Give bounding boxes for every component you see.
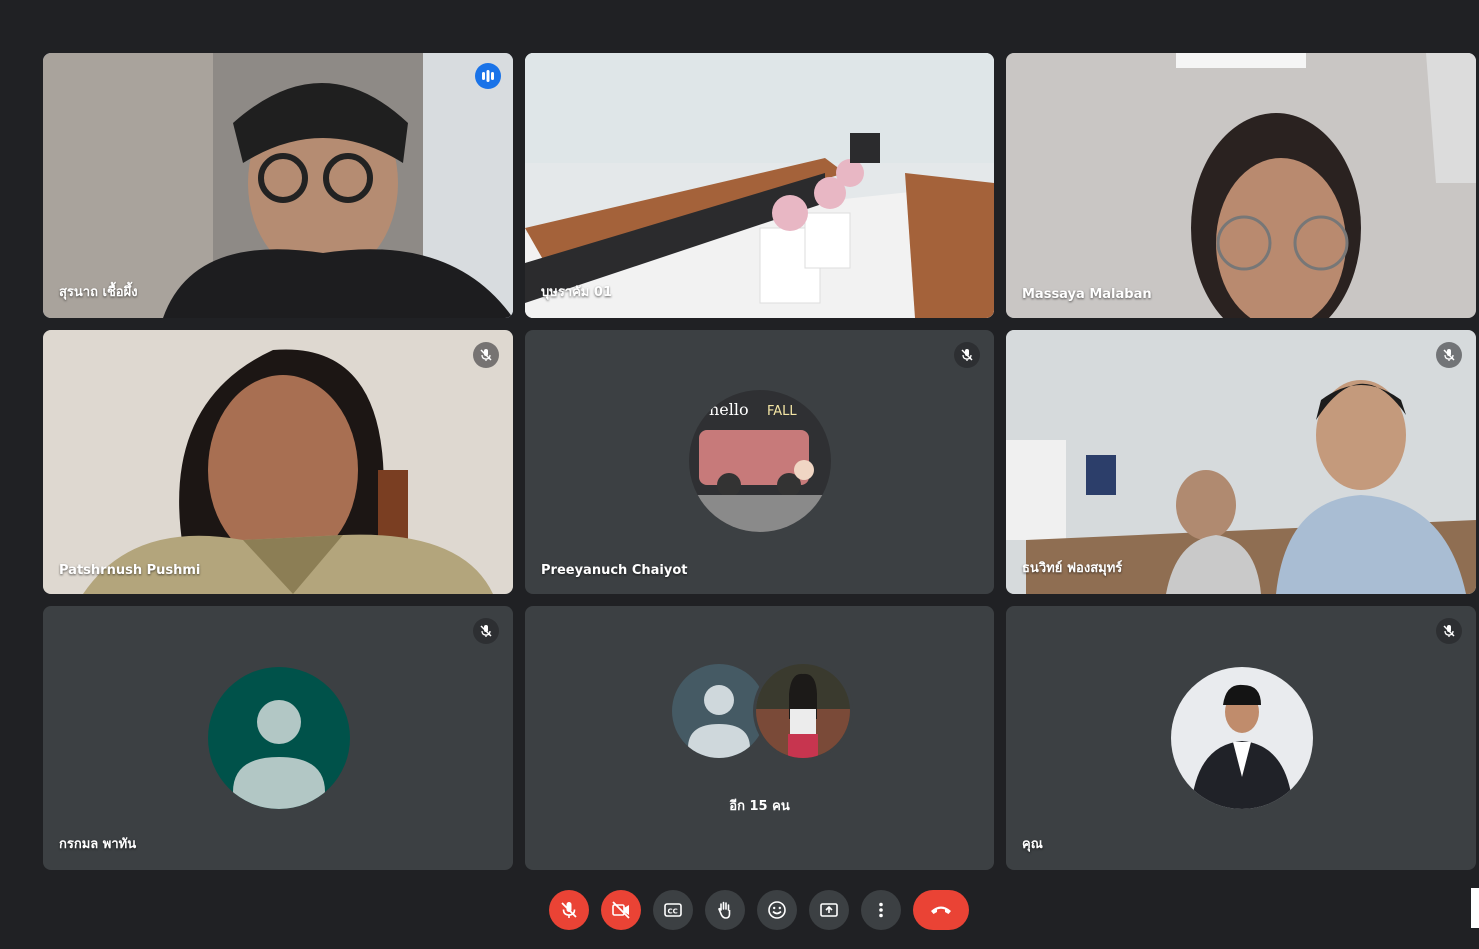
reactions-button[interactable] (757, 890, 797, 930)
video-feed (525, 53, 994, 318)
participant-tile-6[interactable]: ธนวิทย์ ฟองสมุทร์ (1006, 330, 1476, 594)
present-screen-icon (820, 903, 838, 917)
present-button[interactable] (809, 890, 849, 930)
avatar (208, 667, 350, 809)
participant-tile-3[interactable]: Massaya Malaban (1006, 53, 1476, 318)
svg-text:CC: CC (668, 908, 678, 916)
avatar (756, 664, 850, 758)
svg-text:FALL: FALL (767, 404, 797, 419)
emoji-icon (768, 901, 786, 919)
overflow-participants-tile[interactable]: อีก 15 คน (525, 606, 994, 870)
overflow-count: อีก 15 คน (729, 799, 790, 814)
closed-captions-icon: CC (664, 903, 682, 917)
captions-button[interactable]: CC (653, 890, 693, 930)
mic-muted-icon (1436, 618, 1462, 644)
svg-text:hello: hello (709, 400, 749, 419)
more-options-icon (879, 902, 883, 918)
avatar (1171, 667, 1313, 809)
video-feed (43, 53, 513, 318)
participant-name: สุรนาถ เชื้อผึ้ง (59, 285, 138, 300)
video-feed (43, 330, 513, 594)
participant-name: คุณ (1022, 837, 1043, 852)
participant-name: Patshrnush Pushmi (59, 563, 201, 578)
end-call-icon (931, 906, 951, 914)
participant-tile-1[interactable]: สุรนาถ เชื้อผึ้ง (43, 53, 513, 318)
video-feed (1006, 330, 1476, 594)
participant-name: บุษราคัม 01 (541, 285, 612, 300)
speaking-indicator-icon (475, 63, 501, 89)
avatar (672, 664, 766, 758)
participant-tile-7[interactable]: กรกมล พาทัน (43, 606, 513, 870)
window-edge (1471, 888, 1479, 928)
more-options-button[interactable] (861, 890, 901, 930)
participant-tile-self[interactable]: คุณ (1006, 606, 1476, 870)
camera-toggle-button[interactable] (601, 890, 641, 930)
mic-toggle-button[interactable] (549, 890, 589, 930)
participant-tile-5[interactable]: hello FALL Preeyanuch Chaiyot (525, 330, 994, 594)
mic-muted-icon (1436, 342, 1462, 368)
mic-off-icon (561, 902, 577, 918)
participant-name: กรกมล พาทัน (59, 837, 137, 852)
avatar: hello FALL (689, 390, 831, 532)
raise-hand-icon (718, 901, 731, 919)
camera-off-icon (612, 901, 630, 919)
mic-muted-icon (473, 618, 499, 644)
meeting-stage: สุรนาถ เชื้อผึ้ง บุษราคัม 01 Massaya Mal… (0, 0, 1479, 949)
raise-hand-button[interactable] (705, 890, 745, 930)
call-controls: CC (0, 890, 1479, 930)
participant-name: ธนวิทย์ ฟองสมุทร์ (1022, 561, 1123, 576)
participant-tile-2[interactable]: บุษราคัม 01 (525, 53, 994, 318)
participant-tile-4[interactable]: Patshrnush Pushmi (43, 330, 513, 594)
mic-muted-icon (954, 342, 980, 368)
leave-call-button[interactable] (913, 890, 969, 930)
participant-name: Massaya Malaban (1022, 287, 1152, 302)
participant-name: Preeyanuch Chaiyot (541, 563, 688, 578)
video-feed (1006, 53, 1476, 318)
mic-muted-icon (473, 342, 499, 368)
